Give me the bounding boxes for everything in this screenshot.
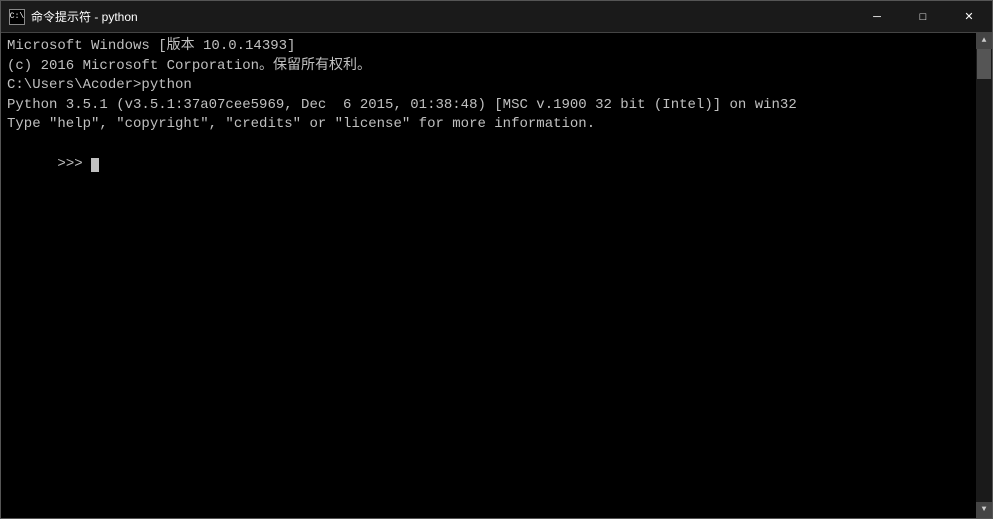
scrollbar-down-button[interactable]: ▼ <box>976 502 992 518</box>
title-bar-left: C:\ 命令提示符 - python <box>9 8 138 25</box>
console-line-2: (c) 2016 Microsoft Corporation。保留所有权利。 <box>7 57 986 77</box>
console-line-5: Python 3.5.1 (v3.5.1:37a07cee5969, Dec 6… <box>7 96 986 116</box>
console-line-7: >>> <box>7 135 986 194</box>
close-button[interactable]: ✕ <box>946 1 992 33</box>
scrollbar-up-button[interactable]: ▲ <box>976 33 992 49</box>
minimize-button[interactable]: ─ <box>854 1 900 33</box>
console-line-6: Type "help", "copyright", "credits" or "… <box>7 115 986 135</box>
scrollbar-track <box>976 49 992 502</box>
cmd-icon: C:\ <box>9 9 25 25</box>
scrollbar-thumb[interactable] <box>977 49 991 79</box>
console-line-4: C:\Users\Acoder>python <box>7 76 986 96</box>
maximize-button[interactable]: □ <box>900 1 946 33</box>
console-line-1: Microsoft Windows [版本 10.0.14393] <box>7 37 986 57</box>
cursor-blink <box>91 158 99 172</box>
cmd-window: C:\ 命令提示符 - python ─ □ ✕ Microsoft Windo… <box>0 0 993 519</box>
scrollbar: ▲ ▼ <box>976 33 992 518</box>
title-bar: C:\ 命令提示符 - python ─ □ ✕ <box>1 1 992 33</box>
console-area[interactable]: Microsoft Windows [版本 10.0.14393] (c) 20… <box>1 33 992 518</box>
window-title: 命令提示符 - python <box>31 8 138 25</box>
window-controls: ─ □ ✕ <box>854 1 992 33</box>
cmd-icon-graphic: C:\ <box>9 9 25 25</box>
